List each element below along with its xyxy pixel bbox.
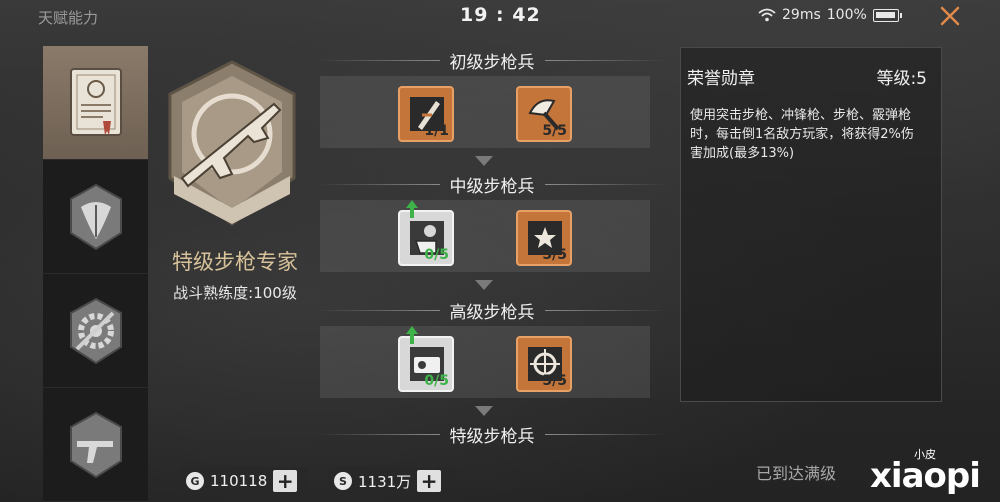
skill-name: 荣誉勋章 — [687, 69, 755, 89]
currency-silver: S 1131万 + — [328, 467, 460, 495]
ping-value: 29ms — [782, 7, 821, 23]
silver-amount: 1131万 — [358, 472, 412, 491]
skill-count: 5/5 — [542, 373, 567, 389]
battery-percent: 100% — [826, 7, 867, 23]
tab-gear[interactable] — [43, 274, 148, 388]
tier-title-2: 中级步枪兵 — [318, 170, 666, 198]
skill-axe[interactable]: 5/5 — [516, 86, 572, 142]
silver-coin-icon: S — [334, 472, 352, 490]
tab-leaf[interactable] — [43, 160, 148, 274]
skill-tree: 初级步枪兵 1/1 5/5 中级步枪兵 0/5 5/5 高级步枪兵 0/5 5/… — [318, 46, 666, 456]
battery-icon — [872, 8, 902, 22]
skill-count: 0/5 — [424, 373, 449, 389]
rifle-emblem-icon — [168, 60, 296, 226]
gear-badge-icon — [69, 297, 122, 364]
certificate-icon — [69, 67, 122, 136]
skill-star-turret[interactable]: 5/5 — [516, 210, 572, 266]
skill-crosshair[interactable]: 5/5 — [516, 336, 572, 392]
watermark-big-text: xiaopi — [870, 456, 981, 496]
add-silver-button[interactable]: + — [417, 470, 442, 492]
tab-smg[interactable] — [43, 388, 148, 502]
page-title: 天赋能力 — [38, 9, 99, 27]
skill-rifle-scope[interactable]: 1/1 — [398, 86, 454, 142]
skill-count: 5/5 — [542, 123, 567, 139]
tier-title-1: 初级步枪兵 — [318, 46, 666, 74]
tier-row-2: 0/5 5/5 — [320, 200, 650, 272]
arrow-up-icon — [406, 200, 418, 218]
device-status: 29ms 100% — [758, 7, 902, 23]
tier-row-1: 1/1 5/5 — [320, 76, 650, 148]
skill-camera[interactable]: 0/5 — [398, 326, 454, 392]
clock: 19 : 42 — [460, 4, 541, 26]
max-level-note: 已到达满级 — [756, 464, 837, 483]
skill-fist-grenade[interactable]: 0/5 — [398, 200, 454, 266]
skill-detail-panel: 荣誉勋章 等级:5 使用突击步枪、冲锋枪、步枪、霰弹枪时，每击倒1名敌方玩家，将… — [680, 47, 942, 402]
skill-count: 0/5 — [424, 247, 449, 263]
category-tabs — [43, 46, 148, 502]
tier-row-3: 0/5 5/5 — [320, 326, 650, 398]
smg-badge-icon — [69, 411, 122, 478]
close-button[interactable] — [932, 2, 968, 32]
status-bar: 天赋能力 19 : 42 29ms 100% — [0, 0, 1000, 36]
skill-count: 5/5 — [542, 247, 567, 263]
wifi-icon — [758, 8, 776, 22]
tab-certificate[interactable] — [43, 46, 148, 160]
chevron-down-icon — [475, 406, 493, 416]
arrow-up-icon — [406, 326, 418, 344]
currency-gold: G 110118 + — [180, 467, 308, 495]
skill-description: 使用突击步枪、冲锋枪、步枪、霰弹枪时，每击倒1名敌方玩家，将获得2%伤害加成(最… — [690, 108, 914, 161]
skill-level: 等级:5 — [876, 69, 927, 89]
tier-title-3: 高级步枪兵 — [318, 296, 666, 324]
gold-amount: 110118 — [210, 472, 268, 490]
tier-title-4: 特级步枪兵 — [318, 420, 666, 448]
gold-coin-icon: G — [186, 472, 204, 490]
leaf-badge-icon — [69, 183, 122, 250]
skill-count: 1/1 — [424, 123, 449, 139]
mastery-level: 战斗熟练度:100级 — [173, 284, 297, 302]
add-gold-button[interactable]: + — [273, 470, 298, 492]
chevron-down-icon — [475, 156, 493, 166]
chevron-down-icon — [475, 280, 493, 290]
watermark-logo: 小皮 xiaopi — [870, 446, 994, 498]
class-name: 特级步枪专家 — [172, 250, 298, 274]
